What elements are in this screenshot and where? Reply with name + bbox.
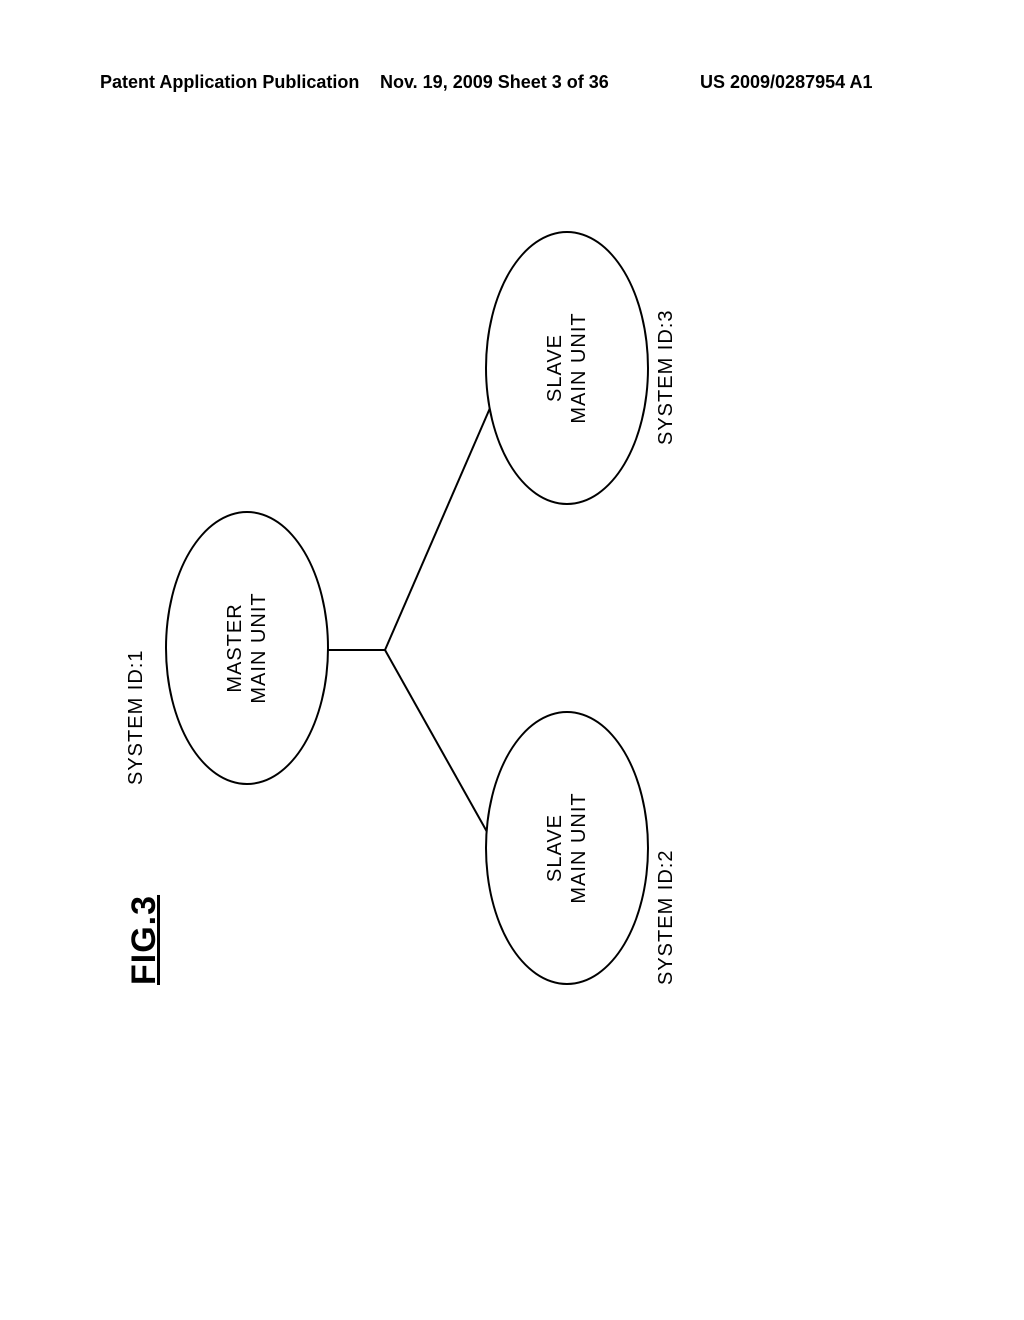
page: Patent Application Publication Nov. 19, … [0,0,1024,1320]
figure-title: FIG.3 [125,895,164,985]
node-slave-2: SLAVE MAIN UNIT [485,231,649,505]
system-id-slave-1: SYSTEM ID:2 [655,850,678,985]
figure-area: FIG.3 SYSTEM ID:1 MASTER MAIN UNIT SLAVE… [125,235,905,985]
node-slave2-label-2: MAIN UNIT [568,312,590,423]
node-slave-1: SLAVE MAIN UNIT [485,711,649,985]
node-slave2-label-1: SLAVE [544,334,566,402]
node-slave1-label-1: SLAVE [544,814,566,882]
header-right: US 2009/0287954 A1 [700,72,872,93]
node-master: MASTER MAIN UNIT [165,511,329,785]
system-id-slave-2: SYSTEM ID:3 [655,310,678,445]
system-id-master: SYSTEM ID:1 [125,650,148,785]
node-master-label-1: MASTER [224,603,246,692]
header-left: Patent Application Publication [100,72,359,93]
node-master-label-2: MAIN UNIT [248,592,270,703]
node-slave1-label-2: MAIN UNIT [568,792,590,903]
header-mid: Nov. 19, 2009 Sheet 3 of 36 [380,72,609,93]
